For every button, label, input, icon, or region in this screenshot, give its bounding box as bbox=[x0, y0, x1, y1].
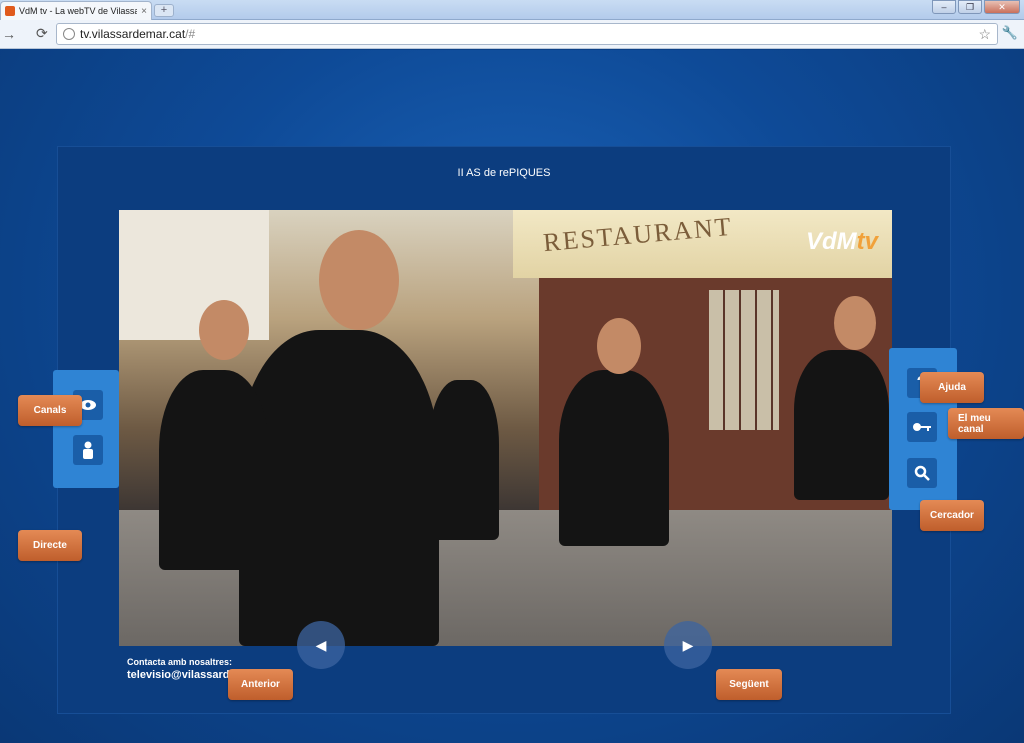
reload-icon[interactable]: ⟳ bbox=[36, 25, 48, 42]
performer bbox=[239, 330, 439, 646]
page-background: II AS de rePIQUES RESTAURANT VdMtv Conta… bbox=[0, 50, 1024, 743]
performer bbox=[429, 380, 499, 540]
performer bbox=[159, 370, 269, 570]
site-favicon-icon bbox=[5, 6, 15, 16]
tab-strip: VdM tv - La webTV de Vilassar × + – ❐ ✕ bbox=[0, 0, 1024, 20]
globe-icon bbox=[63, 28, 75, 40]
search-icon bbox=[914, 465, 930, 481]
browser-toolbar: → ⟳ tv.vilassardemar.cat/# ☆ 🔧 bbox=[0, 20, 1024, 49]
performer bbox=[597, 318, 641, 374]
performer bbox=[319, 230, 399, 330]
browser-tab[interactable]: VdM tv - La webTV de Vilassar × bbox=[0, 1, 152, 20]
window-controls: – ❐ ✕ bbox=[932, 0, 1020, 14]
left-nav bbox=[53, 370, 119, 488]
vdm-tv-logo: VdMtv bbox=[805, 228, 878, 255]
anterior-button[interactable]: Anterior bbox=[228, 669, 293, 700]
back-arrow-icon[interactable]: → bbox=[2, 26, 16, 42]
video-scene bbox=[709, 290, 779, 430]
video-title: II AS de rePIQUES bbox=[457, 167, 551, 179]
new-tab-button[interactable]: + bbox=[154, 4, 174, 17]
meu-canal-button[interactable]: El meu canal bbox=[948, 408, 1024, 439]
performer bbox=[794, 350, 889, 500]
key-icon bbox=[913, 423, 931, 431]
performer bbox=[834, 296, 876, 350]
url-text: tv.vilassardemar.cat/# bbox=[80, 27, 196, 41]
canals-button[interactable]: Canals bbox=[18, 395, 82, 426]
video-player[interactable]: RESTAURANT VdMtv bbox=[119, 210, 892, 646]
contact-heading: Contacta amb nosaltres: bbox=[127, 657, 233, 667]
performer bbox=[199, 300, 249, 360]
ajuda-button[interactable]: Ajuda bbox=[920, 372, 984, 403]
next-arrow-icon[interactable]: ▶ bbox=[664, 621, 712, 669]
search-icon[interactable] bbox=[907, 458, 937, 488]
person-icon[interactable] bbox=[73, 435, 103, 465]
key-icon[interactable] bbox=[907, 412, 937, 442]
performer bbox=[559, 370, 669, 546]
directe-button[interactable]: Directe bbox=[18, 530, 82, 561]
tab-close-icon[interactable]: × bbox=[141, 6, 147, 17]
previous-arrow-icon[interactable]: ◀ bbox=[297, 621, 345, 669]
minimize-button[interactable]: – bbox=[932, 0, 956, 14]
person-icon bbox=[83, 441, 93, 459]
wrench-icon[interactable]: 🔧 bbox=[1002, 25, 1018, 41]
close-window-button[interactable]: ✕ bbox=[984, 0, 1020, 14]
tab-title: VdM tv - La webTV de Vilassar bbox=[19, 6, 138, 16]
bookmark-star-icon[interactable]: ☆ bbox=[978, 26, 991, 43]
maximize-button[interactable]: ❐ bbox=[958, 0, 982, 14]
cercador-button[interactable]: Cercador bbox=[920, 500, 984, 531]
player-panel: II AS de rePIQUES RESTAURANT VdMtv Conta… bbox=[57, 146, 951, 714]
address-bar[interactable]: tv.vilassardemar.cat/# ☆ bbox=[56, 23, 998, 45]
seguent-button[interactable]: Següent bbox=[716, 669, 782, 700]
